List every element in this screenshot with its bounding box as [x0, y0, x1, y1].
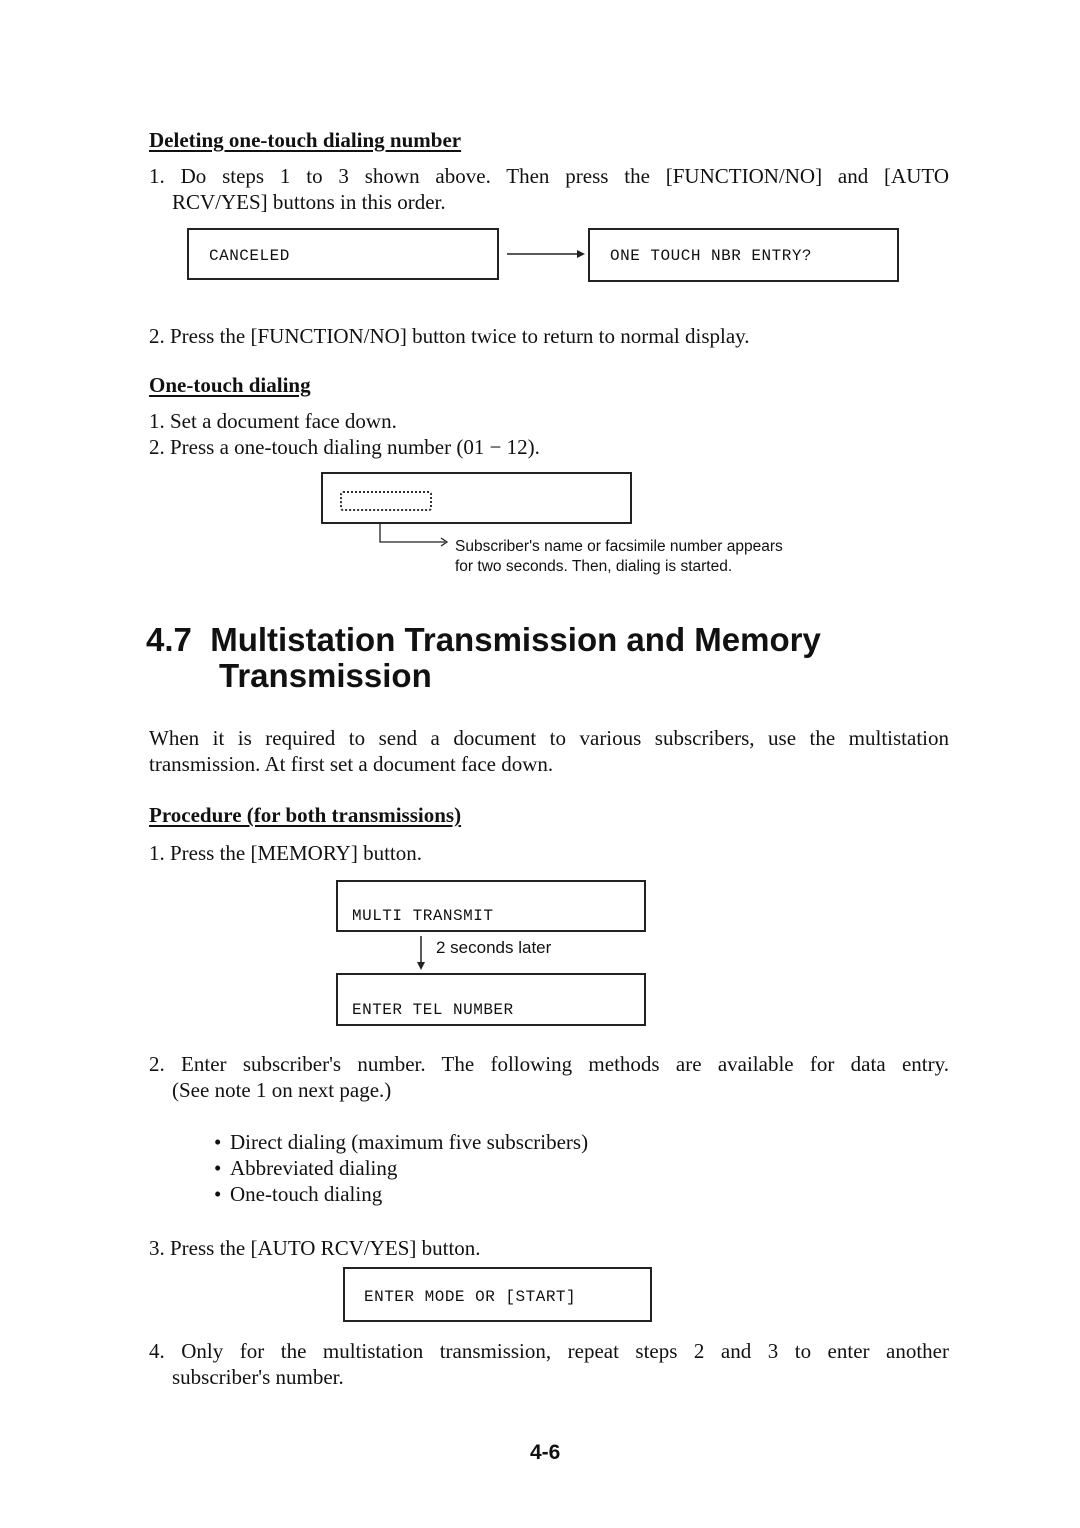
lcd-text: MULTI TRANSMIT: [352, 907, 494, 925]
procedure-step-4-line-1: 4. Only for the multistation transmissio…: [149, 1339, 949, 1363]
name-placeholder-area: [340, 491, 432, 511]
lcd-text: ONE TOUCH NBR ENTRY?: [610, 247, 813, 265]
lcd-display-enter-mode: ENTER MODE OR [START]: [343, 1267, 652, 1322]
subheading-deleting: Deleting one-touch dialing number: [149, 128, 462, 152]
section-heading-line-2: Transmission: [219, 657, 432, 694]
lcd-text: ENTER TEL NUMBER: [352, 1001, 514, 1019]
page-number: 4-6: [530, 1441, 561, 1464]
lcd-display-one-touch-entry: ONE TOUCH NBR ENTRY?: [588, 228, 899, 282]
lcd-text: CANCELED: [209, 247, 290, 265]
intro-line-2: transmission. At first set a document fa…: [149, 752, 554, 776]
procedure-step-2-line-2: (See note 1 on next page.): [172, 1078, 392, 1102]
arrow-right-icon: [507, 250, 585, 258]
callout-note-line-1: Subscriber's name or facsimile number ap…: [455, 538, 783, 555]
procedure-step-3: 3. Press the [AUTO RCV/YES] button.: [149, 1236, 481, 1260]
lcd-text: ENTER MODE OR [START]: [364, 1288, 577, 1306]
callout-note-line-2: for two seconds. Then, dialing is starte…: [455, 558, 733, 575]
method-item: Abbreviated dialing: [214, 1155, 397, 1181]
onetouch-step-2: 2. Press a one-touch dialing number (01 …: [149, 435, 540, 459]
arrow-down-icon: [417, 936, 425, 970]
intro-line-1: When it is required to send a document t…: [149, 726, 949, 750]
method-item: Direct dialing (maximum five subscribers…: [214, 1129, 588, 1155]
delete-step-1-line-1: 1. Do steps 1 to 3 shown above. Then pre…: [149, 164, 949, 188]
lcd-display-enter-tel: ENTER TEL NUMBER: [336, 973, 646, 1026]
procedure-step-4-line-2: subscriber's number.: [172, 1365, 344, 1389]
lcd-display-canceled: CANCELED: [187, 228, 499, 280]
procedure-step-2-line-1: 2. Enter subscriber's number. The follow…: [149, 1052, 949, 1076]
subheading-procedure: Procedure (for both transmissions): [149, 803, 462, 827]
onetouch-step-1: 1. Set a document face down.: [149, 409, 397, 433]
delete-step-1-line-2: RCV/YES] buttons in this order.: [172, 190, 446, 214]
delete-step-2: 2. Press the [FUNCTION/NO] button twice …: [149, 324, 750, 348]
subheading-one-touch-dialing: One-touch dialing: [149, 373, 311, 397]
callout-arrow-icon: [379, 522, 449, 547]
procedure-step-1: 1. Press the [MEMORY] button.: [149, 841, 422, 865]
lcd-display-multi-transmit: MULTI TRANSMIT: [336, 880, 646, 932]
section-heading-line-1: 4.7 Multistation Transmission and Memory: [146, 621, 821, 658]
lcd-display-blank: [321, 472, 632, 524]
document-page: { "delete_section": { "title": "Deleting…: [0, 0, 1080, 1528]
method-item: One-touch dialing: [214, 1181, 382, 1207]
delay-label: 2 seconds later: [436, 938, 552, 957]
